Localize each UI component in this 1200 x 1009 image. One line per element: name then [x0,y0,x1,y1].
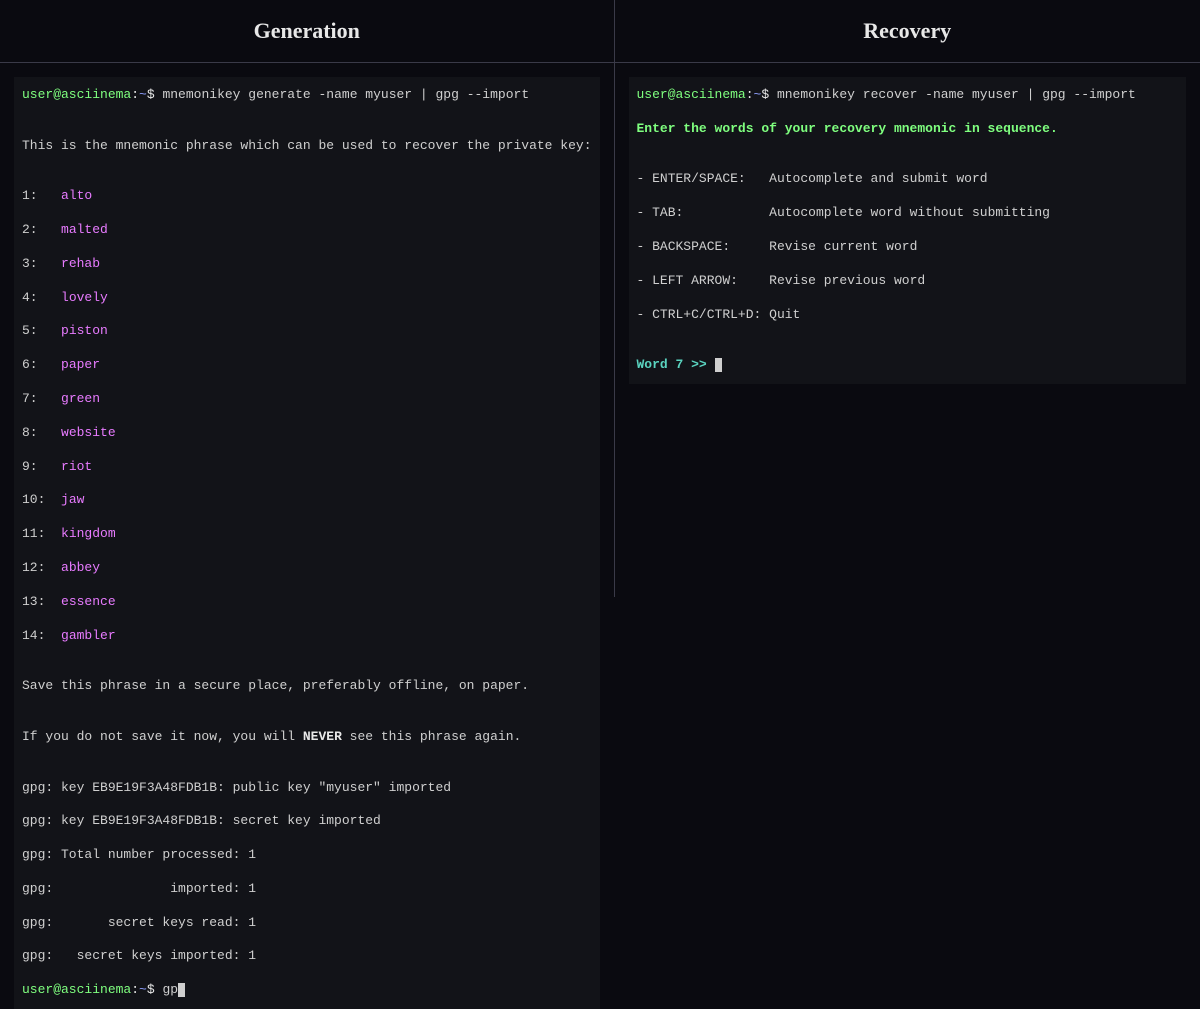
mnemonic-word: rehab [61,256,100,271]
gpg-output: gpg: key EB9E19F3A48FDB1B: public key "m… [22,780,592,797]
prompt-user: user@asciinema [22,982,131,997]
mnemonic-word: paper [61,357,100,372]
prompt-colon: : [746,87,754,102]
word-prompt: Word 7 >> [637,357,715,372]
mnemonic-word: gambler [61,628,116,643]
prompt-user: user@asciinema [637,87,746,102]
recovery-instruction: Enter the words of your recovery mnemoni… [637,121,1179,138]
mnemonic-word: alto [61,188,92,203]
key-hint: - BACKSPACE: [637,239,762,254]
key-hint: - ENTER/SPACE: [637,171,762,186]
word-index: 12: [22,560,45,575]
word-index: 14: [22,628,45,643]
recovery-terminal[interactable]: user@asciinema:~$ mnemonikey recover -na… [629,77,1187,384]
gpg-output: gpg: key EB9E19F3A48FDB1B: secret key im… [22,813,592,830]
key-hint: - TAB: [637,205,762,220]
generation-panel: Generation user@asciinema:~$ mnemonikey … [0,0,615,597]
layout: Generation user@asciinema:~$ mnemonikey … [0,0,1200,597]
prompt-dollar: $ [147,982,155,997]
word-index: 3: [22,256,38,271]
word-index: 6: [22,357,38,372]
warning-post: see this phrase again. [342,729,521,744]
word-index: 13: [22,594,45,609]
word-index: 8: [22,425,38,440]
recovery-panel: Recovery user@asciinema:~$ mnemonikey re… [615,0,1200,597]
recovery-header: Recovery [615,0,1200,63]
gpg-output: gpg: imported: 1 [22,881,592,898]
generation-terminal[interactable]: user@asciinema:~$ mnemonikey generate -n… [14,77,600,1009]
typed-command: gp [155,982,178,997]
word-index: 10: [22,492,45,507]
word-index: 4: [22,290,38,305]
warning-pre: If you do not save it now, you will [22,729,303,744]
key-desc: Autocomplete word without submitting [769,205,1050,220]
key-desc: Quit [769,307,800,322]
generation-command: mnemonikey generate -name myuser | gpg -… [155,87,529,102]
mnemonic-word: website [61,425,116,440]
save-note: Save this phrase in a secure place, pref… [22,678,592,695]
gpg-output: gpg: secret keys imported: 1 [22,948,592,965]
mnemonic-word: malted [61,222,108,237]
mnemonic-word: abbey [61,560,100,575]
mnemonic-word: riot [61,459,92,474]
gpg-output: gpg: secret keys read: 1 [22,915,592,932]
warning-bold: NEVER [303,729,342,744]
cursor-icon [178,983,185,997]
mnemonic-word: lovely [61,290,108,305]
key-hint: - LEFT ARROW: [637,273,762,288]
prompt-dollar: $ [147,87,155,102]
prompt-user: user@asciinema [22,87,131,102]
prompt-path: ~ [139,87,147,102]
key-desc: Revise previous word [769,273,925,288]
gpg-output: gpg: Total number processed: 1 [22,847,592,864]
prompt-colon: : [131,982,139,997]
word-index: 2: [22,222,38,237]
mnemonic-word: green [61,391,100,406]
mnemonic-word: jaw [61,492,84,507]
generation-header: Generation [0,0,614,63]
mnemonic-word: essence [61,594,116,609]
word-index: 7: [22,391,38,406]
recovery-command: mnemonikey recover -name myuser | gpg --… [769,87,1136,102]
mnemonic-word: kingdom [61,526,116,541]
key-hint: - CTRL+C/CTRL+D: [637,307,762,322]
word-index: 9: [22,459,38,474]
word-index: 11: [22,526,45,541]
prompt-colon: : [131,87,139,102]
key-desc: Autocomplete and submit word [769,171,987,186]
prompt-path: ~ [139,982,147,997]
mnemonic-word: piston [61,323,108,338]
prompt-dollar: $ [761,87,769,102]
key-desc: Revise current word [769,239,917,254]
cursor-icon [715,358,722,372]
word-index: 1: [22,188,38,203]
mnemonic-intro: This is the mnemonic phrase which can be… [22,138,592,155]
word-index: 5: [22,323,38,338]
